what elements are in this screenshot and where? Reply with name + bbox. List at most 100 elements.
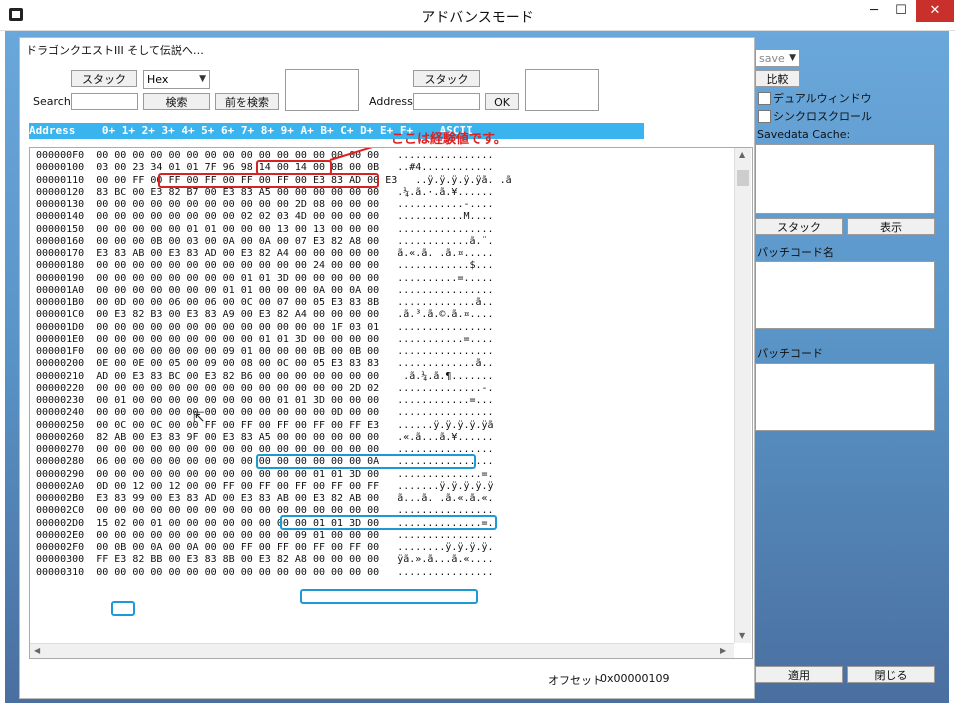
row-ascii: ..ÿ.ÿ.ÿ.ÿ.ÿã. .ã [415,174,512,186]
row-hex-bytes[interactable]: 00 0D 00 00 06 00 06 00 0C 00 07 00 05 E… [96,297,379,308]
hex-row[interactable]: 00000170 E3 83 AB 00 E3 83 AD 00 E3 82 A… [36,248,512,260]
hex-row[interactable]: 00000180 00 00 00 00 00 00 00 00 00 00 0… [36,260,512,272]
hex-row[interactable]: 000001D0 00 00 00 00 00 00 00 00 00 00 0… [36,322,512,334]
hex-row[interactable]: 00000190 00 00 00 00 00 00 00 00 01 01 3… [36,273,512,285]
row-address: 00000300 [36,554,85,566]
row-hex-bytes[interactable]: 00 00 00 00 00 00 00 00 00 00 00 00 00 0… [96,150,379,161]
row-hex-bytes[interactable]: 0D 00 12 00 12 00 00 FF 00 FF 00 FF 00 F… [96,481,379,492]
vertical-scrollbar[interactable]: ▲ ▼ [734,148,751,643]
hex-row[interactable]: 000001A0 00 00 00 00 00 00 00 01 01 00 0… [36,285,512,297]
row-hex-bytes[interactable]: 00 00 00 00 00 00 00 00 00 00 00 2D 08 0… [96,199,379,210]
search-label: Search [33,95,71,108]
close-button[interactable]: 閉じる [847,666,935,683]
row-hex-bytes[interactable]: 00 00 00 00 00 00 00 09 01 00 00 00 0B 0… [96,346,379,357]
row-hex-bytes[interactable]: 00 00 00 00 00 00 00 00 02 02 03 4D 00 0… [96,211,379,222]
row-hex-bytes[interactable]: 00 00 00 00 00 00 00 00 00 00 00 00 00 0… [96,407,379,418]
row-hex-bytes[interactable]: 00 00 00 00 00 00 00 01 01 00 00 00 0A 0… [96,285,379,296]
row-hex-bytes[interactable]: 03 00 23 34 01 01 7F 96 98 14 00 14 00 0… [96,162,379,173]
cache-stack-button[interactable]: スタック [755,218,843,235]
search-mode-select[interactable]: Hex ▼ [143,70,210,89]
row-hex-bytes[interactable]: FF E3 82 BB 00 E3 83 8B 00 E3 82 A8 00 0… [96,554,379,565]
patch-name-label: パッチコード名 [757,246,834,259]
hex-row[interactable]: 000002A0 0D 00 12 00 12 00 00 FF 00 FF 0… [36,481,512,493]
address-stack-button[interactable]: スタック [413,70,480,87]
hex-row[interactable]: 00000200 0E 00 0E 00 05 00 09 00 08 00 0… [36,358,512,370]
patch-name-input[interactable] [755,261,935,329]
scroll-down-icon[interactable]: ▼ [739,631,745,640]
row-hex-bytes[interactable]: 00 00 00 00 00 01 01 00 00 00 13 00 13 0… [96,224,379,235]
hex-row[interactable]: 00000250 00 0C 00 0C 00 00 FF 00 FF 00 F… [36,420,512,432]
row-hex-bytes[interactable]: 00 00 00 00 00 00 00 00 00 00 00 00 00 1… [96,322,379,333]
hex-row[interactable]: 000001C0 00 E3 82 B3 00 E3 83 A9 00 E3 8… [36,309,512,321]
row-hex-bytes[interactable]: 00 00 00 00 00 00 00 00 00 00 00 00 00 0… [96,383,379,394]
hex-row[interactable]: 000001B0 00 0D 00 00 06 00 06 00 0C 00 0… [36,297,512,309]
scroll-right-icon[interactable]: ▶ [720,646,726,655]
row-hex-bytes[interactable]: 00 00 00 00 00 00 00 00 00 00 00 09 01 0… [96,530,379,541]
sync-scroll-checkbox[interactable] [758,110,771,123]
patch-code-input[interactable] [755,363,935,431]
horizontal-scrollbar[interactable]: ◀ ▶ [30,643,734,658]
hex-row[interactable]: 00000300 FF E3 82 BB 00 E3 83 8B 00 E3 8… [36,554,512,566]
search-stack-button[interactable]: スタック [71,70,137,87]
prev-search-button[interactable]: 前を検索 [215,93,279,110]
row-hex-bytes[interactable]: 00 E3 82 B3 00 E3 83 A9 00 E3 82 A4 00 0… [96,309,379,320]
save-select[interactable]: save ▼ [755,49,800,67]
hex-row[interactable]: 00000260 82 AB 00 E3 83 9F 00 E3 83 A5 0… [36,432,512,444]
row-hex-bytes[interactable]: AD 00 E3 83 BC 00 E3 82 B6 00 00 00 00 0… [96,371,379,382]
close-window-button[interactable]: ✕ [916,0,954,22]
editor-panel: ドラゴンクエストIII そして伝説へ… スタック Hex ▼ Search 検索 … [19,37,755,699]
maximize-button[interactable]: ☐ [889,0,913,22]
row-hex-bytes[interactable]: 83 BC 00 E3 82 B7 00 E3 83 A5 00 00 00 0… [96,187,379,198]
hex-row[interactable]: 00000290 00 00 00 00 00 00 00 00 00 00 0… [36,469,512,481]
hex-row[interactable]: 00000230 00 01 00 00 00 00 00 00 00 00 0… [36,395,512,407]
row-hex-bytes[interactable]: 00 00 00 00 00 00 00 00 00 01 01 3D 00 0… [96,334,379,345]
hex-row[interactable]: 000001F0 00 00 00 00 00 00 00 09 01 00 0… [36,346,512,358]
scroll-thumb[interactable] [737,170,749,186]
hex-row[interactable]: 00000210 AD 00 E3 83 BC 00 E3 82 B6 00 0… [36,371,512,383]
show-button[interactable]: 表示 [847,218,935,235]
row-hex-bytes[interactable]: E3 83 99 00 E3 83 AD 00 E3 83 AB 00 E3 8… [96,493,379,504]
hex-row[interactable]: 00000160 00 00 00 0B 00 03 00 0A 00 0A 0… [36,236,512,248]
row-hex-bytes[interactable]: 00 0B 00 0A 00 0A 00 00 FF 00 FF 00 FF 0… [96,542,379,553]
hex-row[interactable]: 000002B0 E3 83 99 00 E3 83 AD 00 E3 83 A… [36,493,512,505]
row-hex-bytes[interactable]: 00 00 00 00 00 00 00 00 00 00 00 00 00 0… [96,567,379,578]
hex-row[interactable]: 00000310 00 00 00 00 00 00 00 00 00 00 0… [36,567,512,579]
compare-button[interactable]: 比較 [755,70,800,87]
hex-view[interactable]: 000000F0 00 00 00 00 00 00 00 00 00 00 0… [29,147,753,659]
scroll-up-icon[interactable]: ▲ [739,150,745,159]
hex-row[interactable]: 00000240 00 00 00 00 00 00 00 00 00 00 0… [36,407,512,419]
search-button[interactable]: 検索 [143,93,210,110]
ok-button[interactable]: OK [485,93,519,110]
row-hex-bytes[interactable]: 00 01 00 00 00 00 00 00 00 00 01 01 3D 0… [96,395,379,406]
dual-window-checkbox[interactable] [758,92,771,105]
minimize-button[interactable]: ─ [863,0,885,22]
hex-row[interactable]: 00000130 00 00 00 00 00 00 00 00 00 00 0… [36,199,512,211]
row-hex-bytes[interactable]: 0E 00 0E 00 05 00 09 00 08 00 0C 00 05 E… [96,358,379,369]
hex-row[interactable]: 00000120 83 BC 00 E3 82 B7 00 E3 83 A5 0… [36,187,512,199]
scroll-left-icon[interactable]: ◀ [34,646,40,655]
row-hex-bytes[interactable]: 00 00 00 00 00 00 00 00 00 00 00 00 01 0… [96,469,379,480]
row-hex-bytes[interactable]: 00 00 00 00 00 00 00 00 01 01 3D 00 00 0… [96,273,379,284]
savedata-cache-box[interactable] [755,144,935,214]
row-ascii: ................ [397,529,494,541]
hex-row[interactable]: 00000140 00 00 00 00 00 00 00 00 02 02 0… [36,211,512,223]
hex-row[interactable]: 00000150 00 00 00 00 00 01 01 00 00 00 1… [36,224,512,236]
row-address: 00000130 [36,199,85,210]
hex-row[interactable]: 00000220 00 00 00 00 00 00 00 00 00 00 0… [36,383,512,395]
address-input[interactable] [413,93,480,110]
row-hex-bytes[interactable]: 00 00 00 0B 00 03 00 0A 00 0A 00 07 E3 8… [96,236,379,247]
row-hex-bytes[interactable]: E3 83 AB 00 E3 83 AD 00 E3 82 A4 00 00 0… [96,248,379,259]
row-ascii: ................ [397,321,494,333]
apply-button[interactable]: 適用 [755,666,843,683]
row-address: 00000110 [36,174,85,186]
hex-row[interactable]: 000001E0 00 00 00 00 00 00 00 00 00 01 0… [36,334,512,346]
row-hex-bytes[interactable]: 82 AB 00 E3 83 9F 00 E3 83 A5 00 00 00 0… [96,432,379,443]
row-ascii: ............$... [397,260,494,272]
window-title: アドバンスモード [421,10,534,26]
hex-row[interactable]: 000002E0 00 00 00 00 00 00 00 00 00 00 0… [36,530,512,542]
hex-row[interactable]: 000002F0 00 0B 00 0A 00 0A 00 00 FF 00 F… [36,542,512,554]
search-input[interactable] [71,93,138,110]
row-hex-bytes[interactable]: 00 00 00 00 00 00 00 00 00 00 00 00 24 0… [96,260,379,271]
annotation-text: ここは経験値です。 [391,132,507,147]
row-hex-bytes[interactable]: 00 0C 00 0C 00 00 FF 00 FF 00 FF 00 FF 0… [96,420,379,431]
